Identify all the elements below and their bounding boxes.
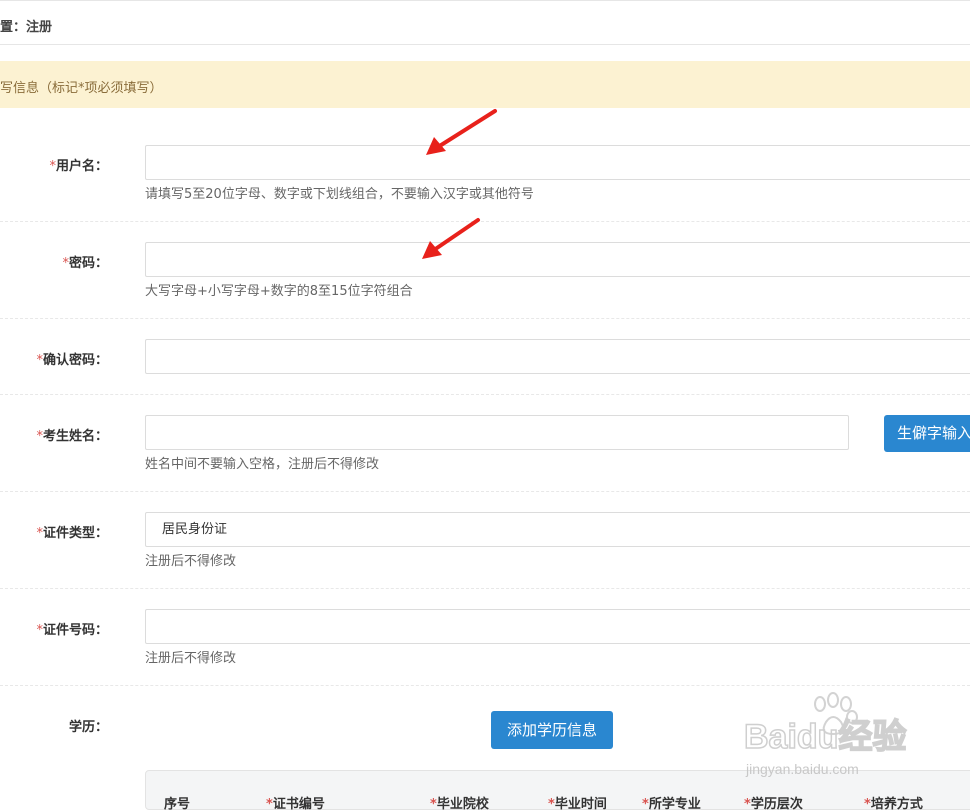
annotation-arrow-icon	[422, 218, 480, 259]
password-input[interactable]	[145, 242, 970, 277]
id-number-label: *证件号码：	[36, 623, 108, 638]
divider	[0, 394, 970, 395]
id-number-input[interactable]	[145, 609, 970, 644]
table-header-cell: *证书编号	[266, 797, 325, 812]
username-input[interactable]	[145, 145, 970, 180]
confirm-password-input[interactable]	[145, 339, 970, 374]
baidu-logo-icon: Baidu经验 jingyan.baidu.com	[743, 692, 907, 777]
annotation-arrow-icon	[426, 109, 497, 155]
id-type-hint: 注册后不得修改	[145, 554, 237, 569]
table-header-cell: *毕业院校	[430, 797, 489, 812]
watermark-url: jingyan.baidu.com	[745, 761, 859, 777]
notice-text: 写信息（标记*项必须填写）	[0, 81, 163, 96]
divider	[0, 318, 970, 319]
id-number-hint: 注册后不得修改	[145, 651, 237, 666]
breadcrumb: 置：注册	[0, 0, 970, 45]
notice-bar: 写信息（标记*项必须填写）	[0, 61, 970, 108]
confirm-password-label: *确认密码：	[36, 353, 108, 368]
table-header-cell: 序号	[164, 797, 191, 812]
name-label: *考生姓名：	[36, 429, 108, 444]
baidu-watermark: Baidu经验 jingyan.baidu.com	[742, 690, 927, 789]
divider	[0, 491, 970, 492]
breadcrumb-text: 置：注册	[0, 20, 53, 35]
password-label: *密码：	[62, 256, 108, 271]
id-type-label: *证件类型：	[36, 526, 108, 541]
table-header-cell: *所学专业	[642, 797, 701, 812]
divider	[0, 588, 970, 589]
username-label: *用户名：	[49, 159, 108, 174]
table-header-cell: *毕业时间	[548, 797, 607, 812]
name-hint: 姓名中间不要输入空格，注册后不得修改	[145, 457, 380, 472]
watermark-brand: Baidu经验	[744, 717, 906, 756]
table-header-cell: *学历层次	[744, 797, 803, 812]
rare-char-input-button[interactable]: 生僻字输入	[884, 415, 970, 452]
education-label: 学历：	[68, 720, 108, 735]
username-hint: 请填写5至20位字母、数字或下划线组合，不要输入汉字或其他符号	[145, 187, 534, 202]
table-header-cell: *培养方式	[864, 797, 923, 812]
add-education-button[interactable]: 添加学历信息	[491, 711, 613, 749]
divider	[0, 685, 970, 686]
password-hint: 大写字母+小写字母+数字的8至15位字符组合	[145, 284, 413, 299]
id-type-select[interactable]: 居民身份证	[145, 512, 970, 547]
name-input[interactable]	[145, 415, 849, 450]
